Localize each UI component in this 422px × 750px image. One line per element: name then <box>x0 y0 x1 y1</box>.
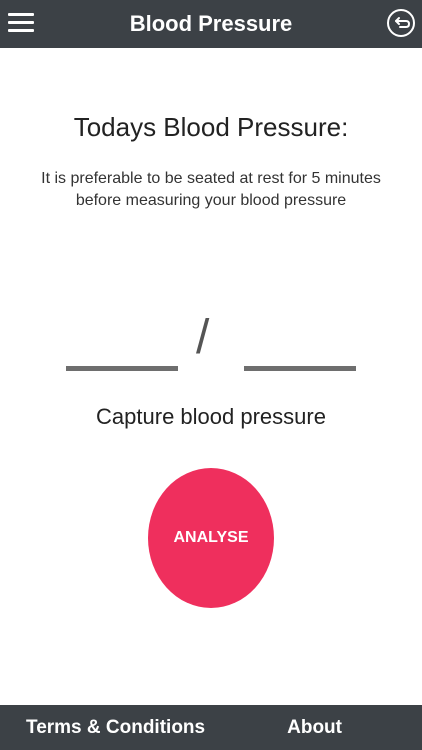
analyse-button[interactable]: ANALYSE <box>148 468 274 608</box>
terms-link[interactable]: Terms & Conditions <box>26 717 205 739</box>
bp-separator: / <box>196 311 210 364</box>
page-title: Blood Pressure <box>129 11 293 36</box>
about-link[interactable]: About <box>287 717 342 739</box>
app-header: Blood Pressure <box>0 0 422 48</box>
app-footer: Terms & Conditions About <box>0 705 422 750</box>
diastolic-input[interactable] <box>244 366 356 371</box>
systolic-input[interactable] <box>66 366 178 371</box>
todays-bp-heading: Todays Blood Pressure: <box>73 112 349 142</box>
back-arrow-circle-icon <box>387 9 415 37</box>
blood-pressure-screen: Blood Pressure Todays Blood Pressure: It… <box>0 0 422 750</box>
back-button[interactable] <box>386 8 416 38</box>
capture-label: Capture blood pressure <box>96 404 326 429</box>
bp-reading-row: / <box>0 310 422 380</box>
instructions-text: It is preferable to be seated at rest fo… <box>41 170 381 209</box>
